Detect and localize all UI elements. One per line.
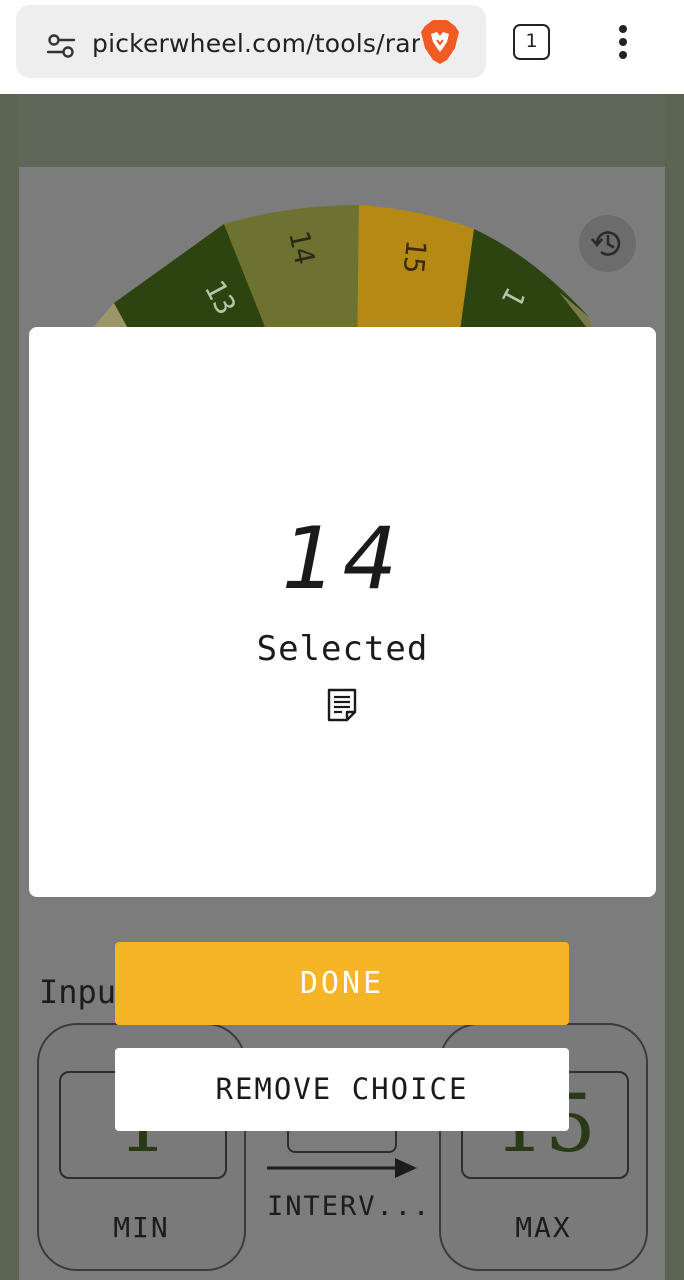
result-status: Selected xyxy=(256,629,429,669)
history-icon xyxy=(591,231,621,256)
wheel-label-14: 14 xyxy=(282,228,321,268)
result-dialog: 14 Selected xyxy=(29,327,656,897)
interval-caption: INTERV... xyxy=(267,1191,432,1222)
max-caption: MAX xyxy=(515,1211,572,1244)
page-gutter-right xyxy=(665,94,684,1280)
min-caption: MIN xyxy=(113,1211,170,1244)
done-button[interactable]: DONE xyxy=(115,942,569,1025)
menu-dots-icon[interactable] xyxy=(612,22,634,62)
brave-lion-icon[interactable] xyxy=(419,18,461,66)
site-settings-icon[interactable] xyxy=(46,31,76,61)
page-header-bar xyxy=(0,94,684,167)
url-text[interactable]: pickerwheel.com/tools/rar xyxy=(92,29,420,58)
tab-switcher-button[interactable]: 1 xyxy=(513,24,550,60)
remove-choice-button[interactable]: REMOVE CHOICE xyxy=(115,1048,569,1131)
arrow-right-icon xyxy=(267,1158,417,1178)
result-value: 14 xyxy=(281,509,404,609)
page-gutter-left xyxy=(0,94,19,1280)
note-icon[interactable] xyxy=(326,688,358,722)
address-bar[interactable]: pickerwheel.com/tools/rar xyxy=(16,5,486,78)
wheel-label-15: 15 xyxy=(397,238,433,275)
browser-toolbar: pickerwheel.com/tools/rar 1 xyxy=(0,0,684,94)
history-button[interactable] xyxy=(579,215,636,272)
